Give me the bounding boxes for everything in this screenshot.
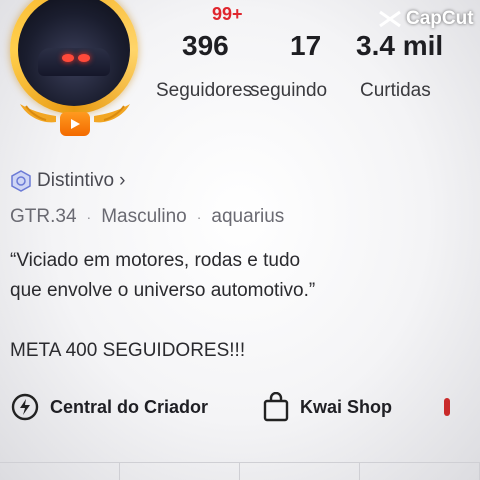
- lightning-icon: [11, 393, 39, 421]
- notification-count[interactable]: 99+: [212, 4, 243, 25]
- follower-goal: META 400 SEGUIDORES!!!: [10, 340, 246, 361]
- tab[interactable]: [360, 462, 480, 480]
- badge-link[interactable]: Distintivo ›: [10, 170, 125, 192]
- badge-label: Distintivo: [37, 170, 115, 191]
- likes-count[interactable]: 3.4 mil: [356, 30, 443, 62]
- following-count[interactable]: 17: [290, 30, 321, 62]
- capcut-logo-icon: [379, 10, 401, 28]
- capcut-text: CapCut: [406, 8, 474, 29]
- profile-avatar[interactable]: [4, 0, 144, 140]
- capcut-watermark: CapCut: [378, 8, 474, 30]
- followers-count[interactable]: 396: [182, 30, 229, 62]
- car-light: [78, 54, 90, 62]
- laurel-left-icon: [20, 104, 56, 123]
- creator-center-button[interactable]: Central do Criador: [10, 392, 208, 422]
- likes-label[interactable]: Curtidas: [360, 80, 431, 102]
- play-icon: [71, 119, 80, 129]
- car-light: [62, 54, 74, 62]
- tab[interactable]: [240, 462, 360, 480]
- tab[interactable]: [0, 462, 120, 480]
- zodiac-sign: aquarius: [211, 206, 285, 227]
- username: GTR.34: [10, 206, 77, 227]
- creator-badge: [60, 112, 90, 136]
- following-label[interactable]: seguindo: [250, 80, 327, 102]
- chevron-right-icon: ›: [119, 170, 126, 191]
- profile-tabs: [0, 462, 480, 480]
- followers-label[interactable]: Seguidores: [156, 80, 252, 102]
- separator: ·: [86, 209, 92, 225]
- car-shape: [38, 48, 110, 76]
- separator: ·: [196, 209, 202, 225]
- kwai-shop-button[interactable]: Kwai Shop: [262, 392, 392, 422]
- profile-bio: “Viciado em motores, rodas e tudo que en…: [10, 246, 315, 306]
- tab[interactable]: [120, 462, 240, 480]
- hexagon-badge-icon: [11, 170, 31, 192]
- bio-line: que envolve o universo automotivo.”: [10, 280, 316, 301]
- gender: Masculino: [101, 206, 187, 227]
- profile-info-row: GTR.34 · Masculino · aquarius: [10, 206, 284, 228]
- kwai-shop-label: Kwai Shop: [300, 396, 393, 417]
- shopping-bag-icon: [263, 392, 289, 422]
- laurel-right-icon: [94, 104, 130, 123]
- more-action-partial[interactable]: [444, 398, 450, 416]
- bio-line: “Viciado em motores, rodas e tudo: [10, 250, 301, 271]
- creator-center-label: Central do Criador: [50, 396, 209, 417]
